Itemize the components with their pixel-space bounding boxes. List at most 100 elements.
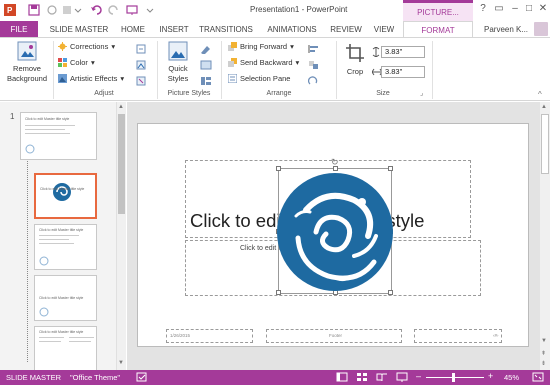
undo-icon[interactable] [90, 4, 102, 16]
thumbnail-scrollbar[interactable]: ▲ ▼ [116, 102, 126, 370]
tab-insert[interactable]: INSERT [154, 23, 194, 38]
height-field[interactable]: 3.83" [381, 46, 425, 58]
color-icon [58, 58, 67, 67]
picture-layout-icon[interactable] [200, 76, 212, 88]
next-slide-icon[interactable]: ⇟ [541, 360, 546, 367]
quick-styles-icon [168, 41, 188, 63]
close-icon[interactable]: ✕ [536, 3, 550, 14]
normal-view-icon[interactable] [336, 372, 348, 385]
footer-placeholder[interactable]: Footer [266, 329, 402, 343]
spell-check-icon[interactable] [136, 372, 148, 385]
remove-background-button[interactable]: Remove Background [4, 41, 50, 87]
artistic-effects-button[interactable]: Artistic Effects ▾ [58, 74, 124, 83]
color-label: Color [70, 58, 88, 67]
swirl-logo-icon [276, 172, 394, 294]
ribbon-tabs: FILE SLIDE MASTER HOME INSERT TRANSITION… [0, 21, 550, 38]
layout-thumbnail-selected[interactable]: Click to edit Master title style [34, 173, 97, 219]
thumbnail-text: Click to edit Master title style [39, 296, 84, 300]
logo-thumb-icon [25, 143, 35, 157]
send-backward-button[interactable]: Send Backward ▾ [228, 58, 299, 67]
scrollbar-thumb[interactable] [118, 114, 125, 214]
maximize-icon[interactable]: □ [522, 3, 536, 14]
minimize-icon[interactable]: – [508, 3, 522, 14]
bring-forward-icon [228, 42, 237, 51]
size-group-label: Size [376, 90, 390, 97]
collapse-ribbon-icon[interactable]: ^ [538, 90, 542, 99]
tab-slide-master[interactable]: SLIDE MASTER [44, 23, 114, 38]
footer-slide-number: ‹#› [493, 333, 499, 338]
compress-pictures-icon[interactable] [136, 44, 146, 56]
slide-scrollbar[interactable]: ▲ ▼ ⇞ ⇟ [540, 102, 550, 370]
slideshow-icon[interactable] [126, 4, 138, 16]
dropdown-icon[interactable] [62, 4, 82, 16]
size-dialog-launcher-icon[interactable]: ⌟ [420, 89, 423, 97]
save-icon[interactable] [28, 4, 40, 16]
tab-file[interactable]: FILE [0, 21, 38, 38]
chevron-down-icon: ▾ [120, 74, 125, 83]
scroll-up-icon[interactable]: ▲ [541, 104, 547, 110]
master-thumbnail[interactable]: Click to edit Master title style [20, 112, 97, 160]
rotate-icon[interactable] [307, 76, 320, 88]
layout-thumbnail[interactable]: Click to edit Master title style [34, 275, 97, 321]
scroll-up-icon[interactable]: ▲ [118, 104, 124, 110]
layout-thumbnail[interactable]: Click to edit Master title style [34, 326, 97, 372]
date-placeholder[interactable]: 1/26/2015 [166, 329, 253, 343]
tab-home[interactable]: HOME [116, 23, 150, 38]
slide-canvas[interactable]: Click to edit Master title style Click t… [137, 123, 529, 347]
help-icon[interactable]: ? [476, 3, 490, 14]
zoom-slider-thumb[interactable] [452, 373, 455, 382]
picture-border-icon[interactable] [200, 44, 212, 56]
crop-button[interactable]: Crop [341, 41, 369, 87]
layout-thumbnail[interactable]: Click to edit Master title style [34, 224, 97, 270]
color-button[interactable]: Color ▾ [58, 58, 95, 67]
zoom-level[interactable]: 45% [504, 373, 519, 382]
office-icon[interactable] [46, 4, 58, 16]
bring-forward-button[interactable]: Bring Forward ▾ [228, 42, 294, 51]
change-picture-icon[interactable] [136, 60, 146, 72]
slide-sorter-icon[interactable] [356, 372, 368, 385]
resize-handle[interactable] [276, 166, 281, 171]
tab-format[interactable]: FORMAT [403, 21, 473, 38]
app-title: Presentation1 - PowerPoint [250, 5, 348, 14]
tab-transitions[interactable]: TRANSITIONS [197, 23, 255, 38]
user-name[interactable]: Parveen K... [484, 25, 528, 34]
slide-thumbnail-pane: 1 Click to edit Master title style Click… [0, 102, 126, 372]
redo-icon[interactable] [108, 4, 120, 16]
zoom-in-icon[interactable]: + [488, 371, 493, 381]
remove-background-label-1: Remove [13, 64, 41, 73]
reset-picture-icon[interactable] [136, 76, 146, 88]
corrections-label: Corrections [70, 42, 109, 51]
view-status: SLIDE MASTER [6, 373, 62, 382]
tab-animations[interactable]: ANIMATIONS [262, 23, 322, 38]
tab-review[interactable]: REVIEW [328, 23, 364, 38]
avatar[interactable] [534, 22, 548, 36]
quick-styles-button[interactable]: Quick Styles [163, 41, 193, 87]
chevron-down-icon: ▾ [290, 42, 294, 51]
remove-background-label-2: Background [6, 74, 48, 83]
scroll-down-icon[interactable]: ▼ [541, 338, 547, 344]
ribbon-display-icon[interactable]: ▭ [492, 3, 506, 14]
tab-view[interactable]: VIEW [370, 23, 398, 38]
group-icon[interactable] [308, 60, 320, 72]
corrections-button[interactable]: Corrections ▾ [58, 42, 115, 51]
scroll-down-icon[interactable]: ▼ [118, 360, 124, 366]
resize-handle[interactable] [388, 166, 393, 171]
customize-qat-icon[interactable] [144, 4, 156, 16]
selection-pane-button[interactable]: Selection Pane [227, 73, 290, 84]
zoom-slider[interactable] [426, 373, 484, 382]
ribbon-separator [221, 41, 222, 99]
width-field[interactable]: 3.83" [381, 66, 425, 78]
align-icon[interactable] [308, 44, 320, 56]
fit-to-window-icon[interactable] [532, 372, 544, 385]
adjust-group-label: Adjust [94, 90, 114, 97]
picture-effects-icon[interactable] [200, 60, 212, 72]
slide-number-placeholder[interactable]: ‹#› [414, 329, 502, 343]
slideshow-view-icon[interactable] [396, 372, 408, 385]
previous-slide-icon[interactable]: ⇞ [541, 350, 546, 357]
reading-view-icon[interactable] [376, 372, 388, 385]
zoom-out-icon[interactable]: – [416, 371, 421, 381]
ribbon-separator [432, 41, 433, 99]
resize-handle[interactable] [333, 166, 338, 171]
scrollbar-thumb[interactable] [541, 114, 549, 174]
ribbon-separator [53, 41, 54, 99]
